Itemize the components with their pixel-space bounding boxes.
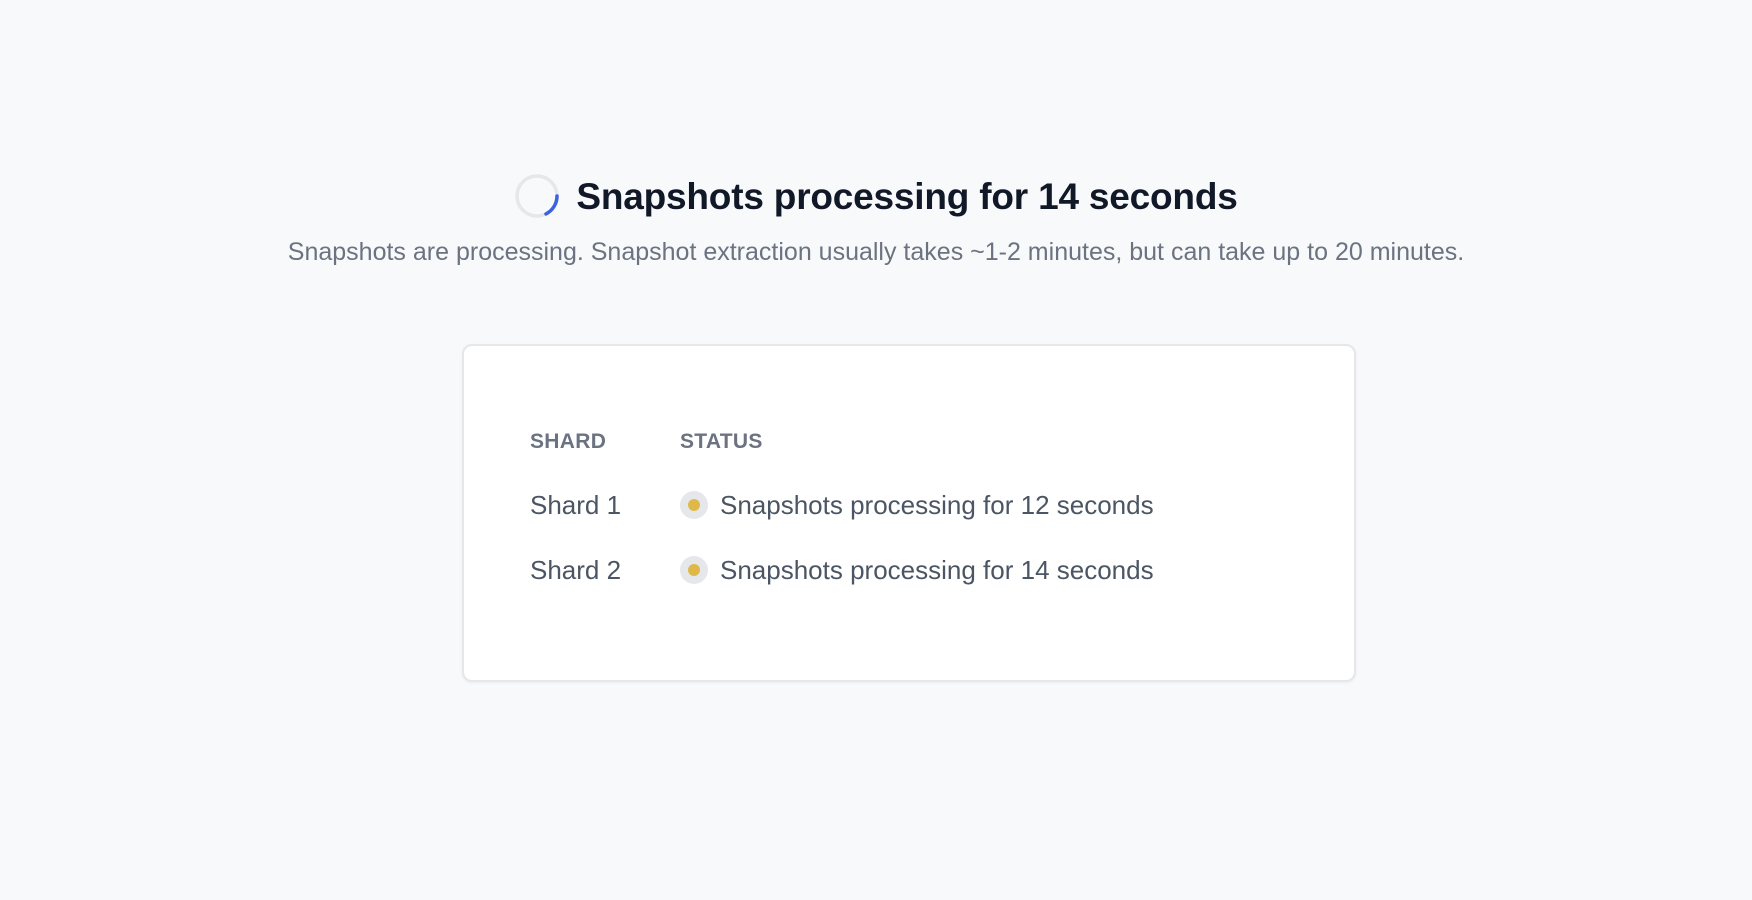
column-header-status: STATUS (680, 430, 763, 453)
shard-status: Snapshots processing for 12 seconds (680, 458, 1154, 538)
status-cell: Snapshots processing for 12 seconds (680, 490, 1154, 521)
processing-header: Snapshots processing for 14 seconds Snap… (0, 170, 1752, 269)
pending-status-dot-icon (680, 556, 708, 584)
table-row: Shard 2 Snapshots processing for 14 seco… (530, 538, 1154, 602)
status-cell: Snapshots processing for 14 seconds (680, 555, 1154, 586)
column-header-shard: SHARD (530, 430, 607, 453)
title-row: Snapshots processing for 14 seconds (514, 170, 1238, 222)
shards-status-card: SHARD STATUS Shard 1 Snapshots processin… (462, 344, 1356, 682)
shard-status: Snapshots processing for 14 seconds (680, 538, 1154, 602)
pending-status-dot-icon (680, 491, 708, 519)
table-row: Shard 1 Snapshots processing for 12 seco… (530, 458, 1154, 538)
loading-spinner-icon (515, 174, 560, 218)
page-title: Snapshots processing for 14 seconds (576, 175, 1238, 217)
status-text: Snapshots processing for 14 seconds (720, 554, 1154, 585)
table-header-row: SHARD STATUS (530, 426, 1154, 458)
shards-table: SHARD STATUS Shard 1 Snapshots processin… (530, 426, 1154, 602)
page-subtitle: Snapshots are processing. Snapshot extra… (287, 238, 1465, 266)
status-text: Snapshots processing for 12 seconds (720, 489, 1154, 520)
shard-name: Shard 1 (530, 489, 622, 520)
shard-name: Shard 2 (530, 554, 622, 585)
